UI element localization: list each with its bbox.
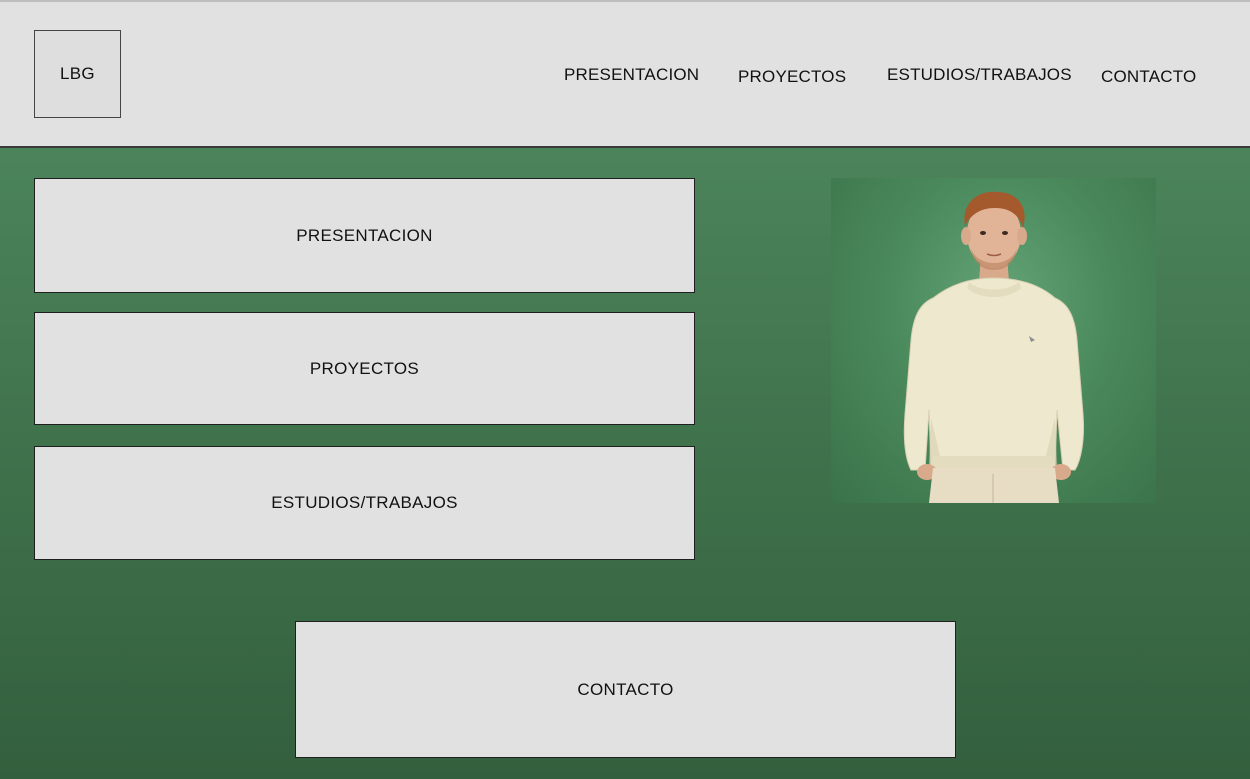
logo[interactable]: LBG — [34, 30, 121, 118]
section-card-label: PROYECTOS — [309, 358, 420, 378]
section-card-contacto[interactable]: CONTACTO — [295, 621, 956, 758]
section-card-estudios-trabajos[interactable]: ESTUDIOS/TRABAJOS — [34, 446, 695, 560]
nav-link-proyectos[interactable]: PROYECTOS — [738, 67, 846, 87]
logo-text: LBG — [60, 64, 95, 83]
section-card-proyectos[interactable]: PROYECTOS — [34, 312, 695, 425]
section-card-label: ESTUDIOS/TRABAJOS — [271, 493, 458, 512]
nav-link-presentacion[interactable]: PRESENTACION — [564, 65, 699, 85]
nav-link-estudios-trabajos[interactable]: ESTUDIOS/TRABAJOS — [887, 65, 1072, 85]
section-card-presentacion[interactable]: PRESENTACION — [34, 178, 695, 293]
top-navigation-bar: LBG PRESENTACION PROYECTOS ESTUDIOS/TRAB… — [0, 0, 1250, 148]
nav-link-contacto[interactable]: CONTACTO — [1101, 67, 1196, 87]
portrait-photo — [831, 178, 1156, 503]
page: LBG PRESENTACION PROYECTOS ESTUDIOS/TRAB… — [0, 0, 1250, 779]
portrait-illustration — [903, 191, 1084, 503]
section-card-label: PRESENTACION — [296, 225, 433, 245]
section-card-label: CONTACTO — [577, 679, 674, 699]
